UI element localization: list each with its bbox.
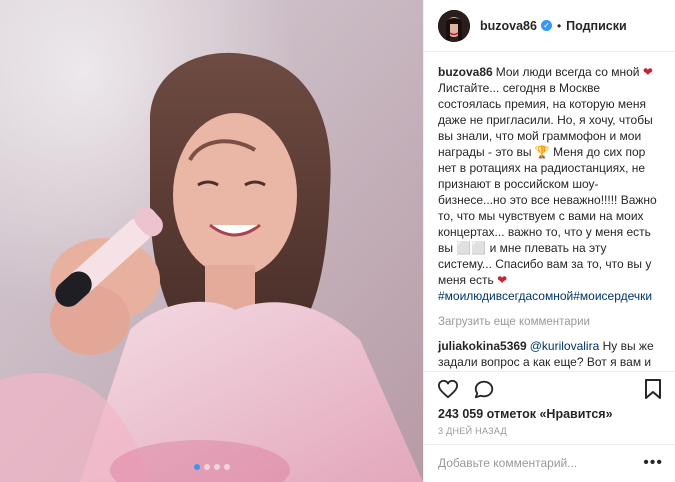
carousel-dot-4[interactable] — [223, 464, 230, 470]
post-media[interactable] — [0, 0, 423, 482]
carousel-dot-2[interactable] — [203, 464, 210, 470]
more-options-icon[interactable]: ••• — [643, 454, 663, 472]
comment-item: juliakokina5369 @kurilovalira Ну вы же за… — [438, 338, 663, 370]
header-separator: • — [556, 18, 562, 33]
carousel-dot-3[interactable] — [213, 464, 220, 470]
carousel-dot-1[interactable] — [193, 464, 200, 470]
caption-hashtags[interactable]: #моилюдивсегдасомной#моисердечки — [438, 289, 652, 303]
bookmark-icon — [645, 379, 661, 400]
post-header: buzova86 ✓ • Подписки — [424, 0, 675, 53]
add-comment-bar: ••• — [424, 443, 675, 482]
avatar[interactable] — [438, 9, 470, 42]
heart-icon — [437, 380, 458, 399]
following-button[interactable]: Подписки — [566, 19, 627, 33]
comment-icon — [474, 381, 494, 399]
verified-icon: ✓ — [540, 20, 552, 32]
trophy-emoji: 🏆 — [534, 145, 550, 160]
comment-mention[interactable]: @kurilovalira — [530, 339, 600, 353]
carousel-dots[interactable] — [0, 464, 423, 470]
comments-section[interactable]: buzova86 Мои люди всегда со мной ❤ Листай… — [424, 52, 675, 370]
caption-text: Мои люди всегда со мной — [495, 65, 643, 80]
caption-username[interactable]: buzova86 — [438, 65, 493, 79]
save-button[interactable] — [641, 377, 665, 401]
load-more-comments-button[interactable]: Загрузить еще комментарии — [438, 316, 663, 328]
post-photo — [0, 0, 423, 482]
comment-username[interactable]: juliakokina5369 — [438, 339, 527, 353]
header-username[interactable]: buzova86 — [480, 19, 537, 33]
post-side-panel: buzova86 ✓ • Подписки buzova86 Мои люди в… — [423, 0, 675, 482]
comment-button[interactable] — [472, 377, 496, 401]
caption-text-3: Меня до сих пор нет в ротациях на радиос… — [438, 145, 657, 256]
comment-input[interactable] — [438, 456, 644, 471]
avatar-image — [438, 9, 470, 42]
likes-count[interactable]: 243 059 отметок «Нравится» — [424, 407, 675, 423]
instagram-post: buzova86 ✓ • Подписки buzova86 Мои люди в… — [0, 0, 675, 482]
action-bar — [424, 370, 675, 408]
heart-emoji: ❤ — [642, 65, 653, 80]
box-emoji: ⬜⬜ — [456, 241, 487, 256]
heart-emoji-2: ❤ — [497, 273, 508, 288]
like-button[interactable] — [436, 377, 460, 401]
caption: buzova86 Мои люди всегда со мной ❤ Листай… — [438, 64, 663, 304]
post-timestamp[interactable]: 3 дней назад — [424, 423, 675, 444]
